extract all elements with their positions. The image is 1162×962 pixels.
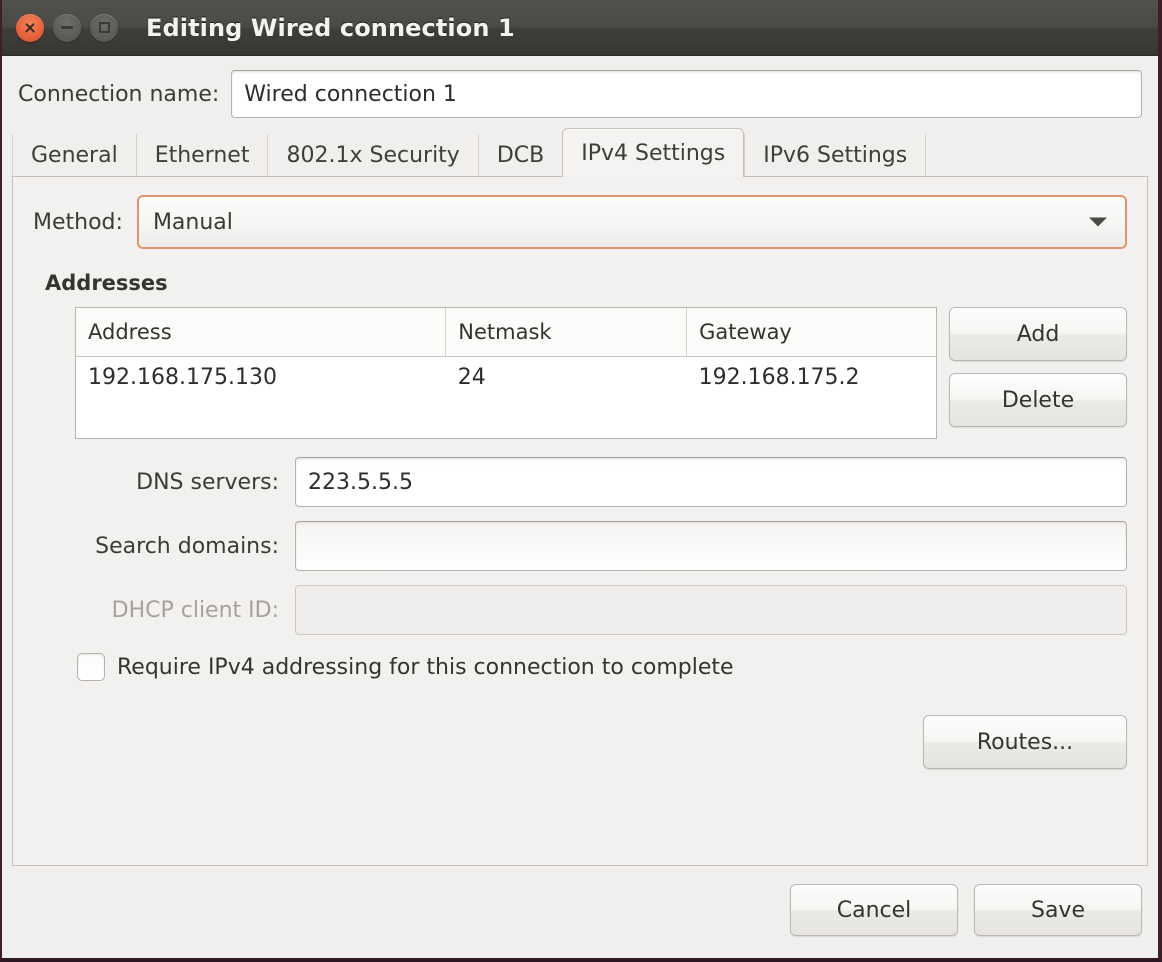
cancel-button-label: Cancel bbox=[837, 898, 912, 923]
tab-dcb-label: DCB bbox=[497, 143, 544, 168]
tab-ethernet[interactable]: Ethernet bbox=[136, 134, 268, 176]
tab-ipv6-settings-label: IPv6 Settings bbox=[763, 143, 907, 168]
require-ipv4-label: Require IPv4 addressing for this connect… bbox=[117, 655, 734, 680]
minimize-icon bbox=[61, 26, 73, 29]
tab-ipv6-settings[interactable]: IPv6 Settings bbox=[744, 134, 925, 176]
routes-row: Routes... bbox=[33, 715, 1127, 769]
dialog-body: Connection name: Wired connection 1 Gene… bbox=[2, 56, 1158, 936]
window-controls bbox=[16, 14, 118, 42]
tab-8021x-security[interactable]: 802.1x Security bbox=[267, 134, 477, 176]
column-header-address[interactable]: Address bbox=[76, 308, 446, 356]
column-header-netmask[interactable]: Netmask bbox=[446, 308, 687, 356]
dhcp-client-id-row: DHCP client ID: bbox=[33, 585, 1127, 635]
dns-servers-value: 223.5.5.5 bbox=[308, 470, 413, 495]
delete-button[interactable]: Delete bbox=[949, 373, 1127, 427]
method-select[interactable]: Manual bbox=[137, 195, 1127, 249]
dns-servers-input[interactable]: 223.5.5.5 bbox=[295, 457, 1127, 507]
tab-dcb[interactable]: DCB bbox=[478, 134, 562, 176]
dialog-action-bar: Cancel Save bbox=[2, 866, 1158, 936]
search-domains-row: Search domains: bbox=[33, 521, 1127, 571]
address-actions: Add Delete bbox=[949, 307, 1127, 427]
tab-8021x-security-label: 802.1x Security bbox=[286, 143, 459, 168]
require-ipv4-row[interactable]: Require IPv4 addressing for this connect… bbox=[77, 653, 1127, 681]
tab-general[interactable]: General bbox=[12, 134, 136, 176]
search-domains-input[interactable] bbox=[295, 521, 1127, 571]
save-button-label: Save bbox=[1031, 898, 1085, 923]
tab-general-label: General bbox=[31, 143, 118, 168]
save-button[interactable]: Save bbox=[974, 884, 1142, 936]
connection-name-label: Connection name: bbox=[18, 82, 219, 107]
titlebar: Editing Wired connection 1 bbox=[2, 0, 1158, 56]
table-header-row: Address Netmask Gateway bbox=[76, 308, 936, 356]
addresses-area: Address Netmask Gateway 192.168.175.130 … bbox=[75, 307, 1127, 439]
cancel-button[interactable]: Cancel bbox=[790, 884, 958, 936]
method-label: Method: bbox=[33, 210, 123, 235]
table-row[interactable]: 192.168.175.130 24 192.168.175.2 bbox=[76, 356, 936, 398]
connection-name-value: Wired connection 1 bbox=[244, 82, 457, 107]
delete-button-label: Delete bbox=[1002, 388, 1074, 413]
tab-ipv4-settings[interactable]: IPv4 Settings bbox=[562, 128, 744, 177]
dhcp-client-id-input bbox=[295, 585, 1127, 635]
addresses-table[interactable]: Address Netmask Gateway 192.168.175.130 … bbox=[75, 307, 937, 439]
routes-button-label: Routes... bbox=[977, 730, 1073, 755]
method-row: Method: Manual bbox=[33, 195, 1127, 249]
ipv4-settings-panel: Method: Manual Addresses Address bbox=[12, 176, 1148, 866]
require-ipv4-checkbox[interactable] bbox=[77, 653, 105, 681]
routes-button[interactable]: Routes... bbox=[923, 715, 1127, 769]
dns-servers-label: DNS servers: bbox=[33, 470, 295, 495]
addresses-heading: Addresses bbox=[45, 271, 1127, 295]
settings-notebook: General Ethernet 802.1x Security DCB IPv… bbox=[12, 128, 1148, 866]
connection-name-input[interactable]: Wired connection 1 bbox=[231, 70, 1142, 118]
tab-ipv4-settings-label: IPv4 Settings bbox=[581, 141, 725, 166]
chevron-down-icon bbox=[1089, 218, 1107, 227]
tab-ethernet-label: Ethernet bbox=[155, 143, 250, 168]
connection-name-row: Connection name: Wired connection 1 bbox=[2, 56, 1158, 128]
window-title: Editing Wired connection 1 bbox=[146, 14, 1158, 42]
cell-netmask[interactable]: 24 bbox=[446, 356, 687, 398]
tab-strip: General Ethernet 802.1x Security DCB IPv… bbox=[12, 128, 1148, 176]
minimize-button[interactable] bbox=[53, 14, 81, 42]
dns-servers-row: DNS servers: 223.5.5.5 bbox=[33, 457, 1127, 507]
maximize-button[interactable] bbox=[90, 14, 118, 42]
cell-address[interactable]: 192.168.175.130 bbox=[76, 356, 446, 398]
search-domains-label: Search domains: bbox=[33, 534, 295, 559]
add-button-label: Add bbox=[1017, 322, 1060, 347]
column-header-gateway[interactable]: Gateway bbox=[687, 308, 936, 356]
method-selected-value: Manual bbox=[153, 210, 233, 235]
cell-gateway[interactable]: 192.168.175.2 bbox=[687, 356, 936, 398]
tab-strip-filler bbox=[925, 134, 1148, 176]
editing-connection-window: Editing Wired connection 1 Connection na… bbox=[0, 0, 1162, 962]
close-button[interactable] bbox=[16, 14, 44, 42]
add-button[interactable]: Add bbox=[949, 307, 1127, 361]
dhcp-client-id-label: DHCP client ID: bbox=[33, 598, 295, 623]
maximize-icon bbox=[99, 22, 110, 33]
